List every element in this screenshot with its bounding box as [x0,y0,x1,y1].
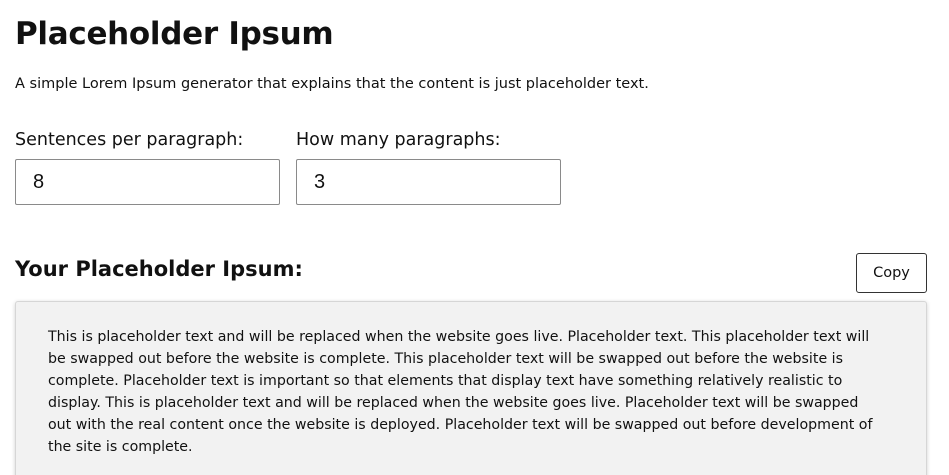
output-heading: Your Placeholder Ipsum: [15,257,303,281]
paragraphs-label: How many paragraphs: [296,130,501,150]
sentences-field-group: Sentences per paragraph: [15,128,280,205]
page-description: A simple Lorem Ipsum generator that expl… [15,76,649,92]
sentences-per-paragraph-input[interactable] [15,159,280,205]
sentences-label: Sentences per paragraph: [15,130,244,150]
page-title: Placeholder Ipsum [15,16,334,52]
generated-text-box: This is placeholder text and will be rep… [15,301,927,475]
generated-paragraph: This is placeholder text and will be rep… [48,329,873,455]
copy-button[interactable]: Copy [856,253,927,293]
page: Placeholder Ipsum A simple Lorem Ipsum g… [0,0,949,475]
paragraphs-field-group: How many paragraphs: [296,128,561,205]
paragraph-count-input[interactable] [296,159,561,205]
